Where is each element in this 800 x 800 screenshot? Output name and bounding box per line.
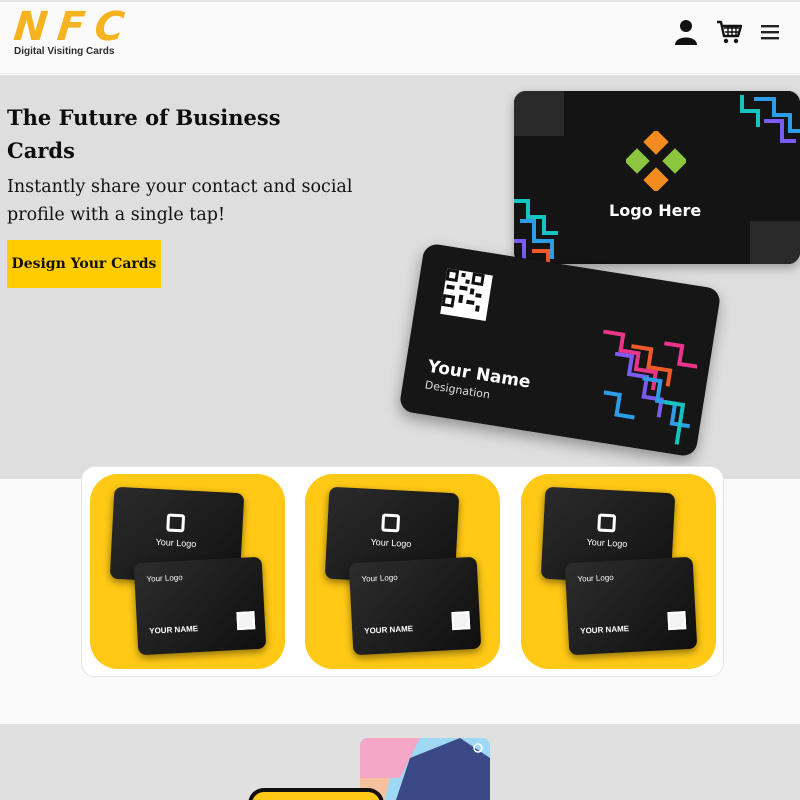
design-your-cards-button[interactable]: Design Your Cards (7, 240, 161, 288)
logo-placeholder-icon (381, 513, 401, 533)
logo-placeholder-icon (626, 131, 686, 191)
card-logo-text: Logo Here (609, 201, 702, 220)
card-name: YOUR NAME (364, 624, 414, 636)
hero-section: The Future of Business Cards Instantly s… (0, 75, 800, 479)
hero-title: The Future of Business Cards (7, 105, 281, 163)
site-header: NFC Digital Visiting Cards (0, 0, 800, 74)
card-logo-text: Your Logo (370, 536, 412, 550)
qr-code-icon (440, 268, 493, 322)
qr-code-icon (667, 611, 687, 631)
logo-placeholder-icon (597, 513, 617, 533)
product-tile-1[interactable]: Your Logo Your Logo YOUR NAME (90, 474, 285, 669)
card-front-preview: Your Logo YOUR NAME (133, 556, 267, 656)
card-logo-text: Your Logo (577, 572, 614, 584)
card-logo-text: Your Logo (361, 572, 398, 584)
site-logo[interactable]: NFC Digital Visiting Cards (12, 4, 137, 62)
qr-code-icon (236, 611, 256, 631)
nfc-card-back-image: Logo Here (514, 91, 800, 264)
cart-icon[interactable] (716, 18, 742, 46)
hero-description: Instantly share your contact and social … (7, 177, 353, 225)
card-logo-text: Your Logo (155, 536, 197, 550)
product-tile-2[interactable]: Your Logo Your Logo YOUR NAME (305, 474, 500, 669)
card-name: YOUR NAME (149, 624, 199, 636)
menu-icon[interactable] (757, 18, 783, 46)
card-name: YOUR NAME (580, 624, 630, 636)
card-front-preview: Your Logo YOUR NAME (564, 556, 698, 656)
card-front-preview: Your Logo YOUR NAME (348, 556, 482, 656)
card-logo-text: Your Logo (146, 572, 183, 584)
card-logo-text: Your Logo (586, 536, 628, 550)
product-tile-3[interactable]: Your Logo Your Logo YOUR NAME (521, 474, 716, 669)
qr-code-icon (451, 611, 471, 631)
logo-text: NFC (11, 4, 137, 50)
user-icon[interactable] (673, 18, 699, 46)
colorful-card-image (360, 738, 490, 800)
nfc-card-front-image: Your Name Designation (398, 242, 722, 458)
phone-image (248, 788, 384, 800)
logo-subtitle: Digital Visiting Cards (14, 46, 115, 57)
next-section (0, 724, 800, 800)
logo-placeholder-icon (166, 513, 186, 533)
